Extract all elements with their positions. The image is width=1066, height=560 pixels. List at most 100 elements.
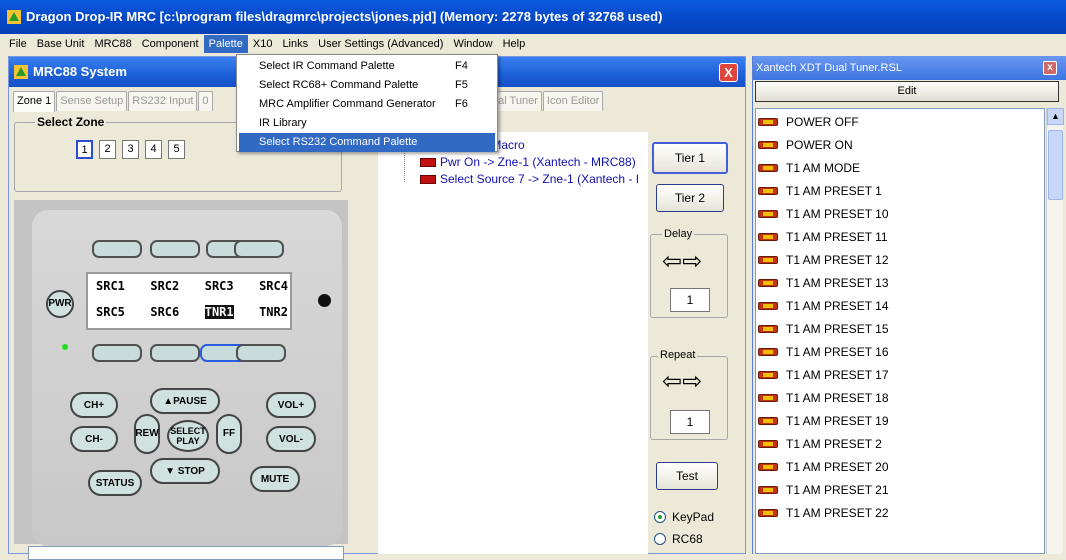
menu-component[interactable]: Component [137, 35, 204, 53]
fast-forward-button[interactable]: FF [216, 414, 242, 454]
stop-button[interactable]: ▼ STOP [150, 458, 220, 484]
list-item[interactable]: T1 AM PRESET 22 [758, 501, 889, 525]
lcd-src4[interactable]: SRC4 [259, 279, 288, 293]
rsl-close-button[interactable]: x [1043, 61, 1057, 75]
scroll-up-arrow-icon[interactable]: ▲ [1047, 108, 1064, 125]
menu-item-select-rs232-palette[interactable]: Select RS232 Command Palette [239, 133, 495, 152]
list-item[interactable]: T1 AM PRESET 12 [758, 248, 889, 272]
zone-button-4[interactable]: 4 [145, 140, 162, 159]
delay-arrows-icon[interactable]: ⇦⇨ [662, 250, 702, 274]
list-item[interactable]: T1 AM PRESET 11 [758, 225, 888, 249]
volume-up-button[interactable]: VOL+ [266, 392, 316, 418]
list-item-label: T1 AM PRESET 16 [786, 345, 889, 359]
lcd-src5[interactable]: SRC5 [96, 305, 125, 319]
list-item-label: T1 AM PRESET 12 [786, 253, 889, 267]
test-button[interactable]: Test [656, 462, 718, 490]
lcd-src1[interactable]: SRC1 [96, 279, 125, 293]
list-item[interactable]: T1 AM PRESET 19 [758, 409, 889, 433]
menu-user-settings[interactable]: User Settings (Advanced) [313, 35, 448, 53]
status-button[interactable]: STATUS [88, 470, 142, 496]
list-item[interactable]: T1 AM PRESET 15 [758, 317, 889, 341]
select-play-button[interactable]: SELECT PLAY [167, 420, 209, 452]
list-item[interactable]: T1 AM PRESET 17 [758, 363, 889, 387]
pause-button[interactable]: ▲PAUSE [150, 388, 220, 414]
delay-input[interactable]: 1 [670, 288, 710, 312]
tree-node-select-source[interactable]: Select Source 7 -> Zne-1 (Xantech - I [420, 172, 639, 186]
scroll-thumb[interactable] [1048, 130, 1063, 200]
rewind-button[interactable]: REW [134, 414, 160, 454]
zone-button-5[interactable]: 5 [168, 140, 185, 159]
lcd-line-2: SRC5 SRC6 TNR1 TNR2 [96, 305, 288, 319]
menu-item-ir-library[interactable]: IR Library [239, 114, 495, 133]
zone-button-1[interactable]: 1 [76, 140, 93, 159]
tab-zone-1[interactable]: Zone 1 [13, 91, 56, 112]
mute-button[interactable]: MUTE [250, 466, 300, 492]
repeat-input[interactable]: 1 [670, 410, 710, 434]
menu-x10[interactable]: X10 [248, 35, 278, 53]
menu-window[interactable]: Window [448, 35, 497, 53]
menu-item-label: Select RS232 Command Palette [259, 136, 418, 148]
menu-help[interactable]: Help [498, 35, 531, 53]
menu-item-select-rc68-palette[interactable]: Select RC68+ Command Palette F5 [239, 76, 495, 95]
list-item-label: T1 AM PRESET 17 [786, 368, 889, 382]
lcd-src3[interactable]: SRC3 [205, 279, 234, 293]
tree-node-pwr-on[interactable]: Pwr On -> Zne-1 (Xantech - MRC88) [420, 155, 636, 169]
menu-item-label: IR Library [259, 117, 307, 129]
rsl-window-title-bar[interactable]: Xantech XDT Dual Tuner.RSL [753, 56, 1066, 80]
mrc88-close-button[interactable]: X [719, 63, 738, 82]
tab-icon-editor[interactable]: Icon Editor [542, 91, 604, 111]
menu-file[interactable]: File [4, 35, 32, 53]
list-item[interactable]: T1 AM PRESET 14 [758, 294, 889, 318]
menu-item-shortcut [455, 133, 495, 152]
list-item[interactable]: T1 AM PRESET 2 [758, 432, 882, 456]
rsl-edit-button[interactable]: Edit [755, 81, 1059, 102]
rsl-scrollbar[interactable]: ▲ [1046, 108, 1064, 554]
soft-key-bottom-1[interactable] [92, 344, 142, 362]
repeat-arrows-icon[interactable]: ⇦⇨ [662, 370, 702, 394]
rs232-command-icon [758, 371, 778, 379]
menu-palette[interactable]: Palette [203, 35, 248, 53]
lcd-tnr2[interactable]: TNR2 [259, 305, 288, 319]
list-item[interactable]: T1 AM PRESET 13 [758, 271, 889, 295]
channel-up-button[interactable]: CH+ [70, 392, 118, 418]
lcd-src6[interactable]: SRC6 [150, 305, 179, 319]
list-item[interactable]: T1 AM PRESET 20 [758, 455, 889, 479]
soft-key-top-2[interactable] [150, 240, 200, 258]
tier-2-button[interactable]: Tier 2 [656, 184, 724, 212]
zone-button-3[interactable]: 3 [122, 140, 139, 159]
rs232-command-icon [758, 256, 778, 264]
channel-down-button[interactable]: CH- [70, 426, 118, 452]
soft-key-top-1[interactable] [92, 240, 142, 258]
tab-rs232-input[interactable]: RS232 Input [128, 91, 198, 111]
menu-base-unit[interactable]: Base Unit [32, 35, 90, 53]
volume-down-button[interactable]: VOL- [266, 426, 316, 452]
pwr-button[interactable]: PWR [46, 290, 74, 318]
list-item[interactable]: POWER ON [758, 133, 853, 157]
list-item-label: T1 AM PRESET 18 [786, 391, 889, 405]
menu-mrc88[interactable]: MRC88 [89, 35, 136, 53]
menu-item-select-ir-palette[interactable]: Select IR Command Palette F4 [239, 57, 495, 76]
zone-button-2[interactable]: 2 [99, 140, 116, 159]
list-item[interactable]: T1 AM PRESET 10 [758, 202, 889, 226]
radio-rc68[interactable]: RC68 [654, 532, 703, 546]
lcd-src2[interactable]: SRC2 [150, 279, 179, 293]
list-item-label: T1 AM PRESET 2 [786, 437, 882, 451]
tier-1-button[interactable]: Tier 1 [652, 142, 728, 174]
soft-key-bottom-4[interactable] [236, 344, 286, 362]
radio-keypad[interactable]: KeyPad [654, 510, 714, 524]
rs232-command-icon [758, 164, 778, 172]
tree-node-select-source-label: Select Source 7 -> Zne-1 (Xantech - I [440, 172, 640, 186]
lcd-tnr1[interactable]: TNR1 [204, 305, 234, 319]
list-item[interactable]: T1 AM MODE [758, 156, 860, 180]
list-item[interactable]: POWER OFF [758, 110, 859, 134]
tab-hidden-left[interactable]: 0 [198, 91, 213, 111]
menu-links[interactable]: Links [277, 35, 313, 53]
list-item[interactable]: T1 AM PRESET 18 [758, 386, 889, 410]
menu-item-amplifier-generator[interactable]: MRC Amplifier Command Generator F6 [239, 95, 495, 114]
soft-key-top-4[interactable] [234, 240, 284, 258]
list-item[interactable]: T1 AM PRESET 1 [758, 179, 882, 203]
list-item[interactable]: T1 AM PRESET 16 [758, 340, 889, 364]
soft-key-bottom-2[interactable] [150, 344, 200, 362]
list-item[interactable]: T1 AM PRESET 21 [758, 478, 889, 502]
tab-sense-setup[interactable]: Sense Setup [56, 91, 128, 111]
